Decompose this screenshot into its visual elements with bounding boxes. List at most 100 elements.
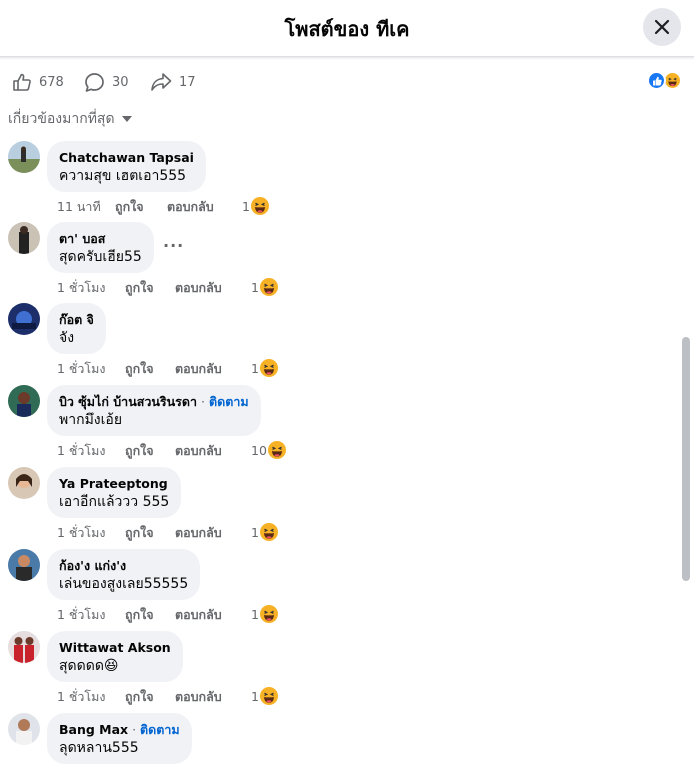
- reaction-count[interactable]: 1: [251, 687, 278, 705]
- reaction-count[interactable]: 1: [251, 278, 278, 296]
- comment-icon: [85, 72, 104, 92]
- comment-bubble: Chatchawan Tapsai ความสุข เฮตเอา555: [47, 141, 206, 192]
- close-icon: [654, 19, 670, 35]
- post-title: โพสต์ของ ทีเค: [284, 17, 410, 41]
- comments-stat[interactable]: 30: [84, 68, 129, 96]
- like-button[interactable]: ถูกใจ: [125, 687, 154, 707]
- like-button[interactable]: ถูกใจ: [125, 441, 154, 461]
- reply-button[interactable]: ตอบกลับ: [167, 197, 214, 217]
- comment-text: ความสุข เฮตเอา555: [59, 168, 187, 184]
- haha-icon: [250, 197, 269, 215]
- sort-label: เกี่ยวข้องมากที่สุด: [8, 111, 115, 127]
- comment-author[interactable]: บิว ซุ้มไก่ บ้านสวนรินรดา: [59, 394, 197, 409]
- comment-time[interactable]: 1 ชั่วโมง: [57, 278, 106, 298]
- shares-count: 17: [179, 74, 196, 90]
- shares-stat[interactable]: 17: [150, 68, 196, 96]
- comment-author[interactable]: Wittawat Akson: [59, 639, 171, 656]
- haha-icon: [259, 687, 278, 705]
- haha-icon: [267, 441, 286, 459]
- reaction-count-value: 10: [251, 442, 267, 458]
- reply-button[interactable]: ตอบกลับ: [175, 441, 222, 461]
- reaction-count-value: 1: [251, 606, 259, 622]
- avatar[interactable]: [8, 385, 40, 417]
- share-icon: [151, 73, 172, 91]
- laughing-emoji-icon: 😆: [103, 658, 119, 674]
- comment-bubble: ก๊อต จิ จัง: [47, 303, 106, 354]
- haha-icon: [259, 605, 278, 623]
- scrollbar-thumb[interactable]: [682, 337, 690, 581]
- comment-time[interactable]: 1 ชั่วโมง: [57, 523, 106, 543]
- follow-button[interactable]: ติดตาม: [140, 722, 180, 737]
- reply-button[interactable]: ตอบกลับ: [175, 359, 222, 379]
- comment-time[interactable]: 11 นาที: [57, 197, 101, 217]
- like-button[interactable]: ถูกใจ: [125, 523, 154, 543]
- comment-author[interactable]: ก๊อต จิ: [59, 311, 94, 328]
- comment-text: เอาอีกแล้ววว 555: [59, 494, 170, 510]
- close-button[interactable]: [643, 8, 681, 46]
- header-divider: [0, 57, 694, 60]
- reaction-count-value: 1: [251, 360, 259, 376]
- comment-sort-dropdown[interactable]: เกี่ยวข้องมากที่สุด: [8, 108, 132, 130]
- avatar[interactable]: [8, 549, 40, 581]
- like-outline-icon: [13, 73, 31, 91]
- comment-bubble: ก้อง'ง แก่ง'ง เล่นของสูงเลย55555: [47, 549, 201, 600]
- reaction-count-value: 1: [251, 524, 259, 540]
- likes-stat[interactable]: 678: [12, 68, 64, 96]
- comment-author-line: Bang Max · ติดตาม: [59, 722, 180, 737]
- comment-author[interactable]: Ya Prateeptong: [59, 475, 169, 492]
- reaction-count[interactable]: 10: [251, 441, 286, 459]
- comment-time[interactable]: 1 ชั่วโมง: [57, 359, 106, 379]
- reply-button[interactable]: ตอบกลับ: [175, 605, 222, 625]
- comment-text: สุดครับเฮีย55: [59, 249, 142, 265]
- comment-bubble: บิว ซุ้มไก่ บ้านสวนรินรดา · ติดตาม พากมึ…: [47, 385, 261, 436]
- haha-icon: [259, 359, 278, 377]
- likes-count: 678: [39, 74, 64, 90]
- comment-author-line: บิว ซุ้มไก่ บ้านสวนรินรดา · ติดตาม: [59, 394, 249, 409]
- like-button[interactable]: ถูกใจ: [125, 359, 154, 379]
- reaction-count-value: 1: [242, 198, 250, 214]
- like-button[interactable]: ถูกใจ: [125, 605, 154, 625]
- comment-author[interactable]: Chatchawan Tapsai: [59, 149, 194, 166]
- comment-bubble: ตา' บอส สุดครับเฮีย55: [47, 222, 154, 273]
- reply-button[interactable]: ตอบกลับ: [175, 523, 222, 543]
- comment-author[interactable]: Bang Max: [59, 722, 128, 737]
- comment-text-line: จัง: [59, 330, 75, 346]
- comment-author[interactable]: ก้อง'ง แก่ง'ง: [59, 557, 188, 574]
- reaction-count-value: 1: [251, 279, 259, 295]
- reaction-count-value: 1: [251, 688, 259, 704]
- avatar[interactable]: [8, 631, 40, 663]
- avatar[interactable]: [8, 467, 40, 499]
- haha-icon: [259, 523, 278, 541]
- like-button[interactable]: ถูกใจ: [125, 278, 154, 298]
- reply-button[interactable]: ตอบกลับ: [175, 687, 222, 707]
- reaction-summary[interactable]: [647, 71, 682, 90]
- avatar[interactable]: [8, 222, 40, 254]
- comments-count: 30: [112, 74, 129, 90]
- follow-button[interactable]: ติดตาม: [209, 394, 249, 409]
- comment-text: พากมึงเอ้ย: [59, 412, 123, 428]
- avatar[interactable]: [8, 141, 40, 173]
- more-options-button[interactable]: ···: [163, 236, 184, 255]
- reaction-count[interactable]: 1: [242, 197, 269, 215]
- comment-author[interactable]: ตา' บอส: [59, 230, 142, 247]
- haha-icon: [259, 278, 278, 296]
- comment-text: เล่นของสูงเลย55555: [59, 576, 189, 592]
- comment-time[interactable]: 1 ชั่วโมง: [57, 441, 106, 461]
- post-stats: 678 30 17: [0, 68, 694, 96]
- comment-text: สุดดดด: [59, 658, 104, 674]
- reaction-count[interactable]: 1: [251, 359, 278, 377]
- like-button[interactable]: ถูกใจ: [115, 197, 144, 217]
- comment-time[interactable]: 1 ชั่วโมง: [57, 687, 106, 707]
- reaction-count[interactable]: 1: [251, 523, 278, 541]
- reply-button[interactable]: ตอบกลับ: [175, 278, 222, 298]
- comment-text-line: สุดดดด😆: [59, 657, 171, 676]
- comment-text: ลุดหลาน555: [59, 740, 139, 756]
- avatar[interactable]: [8, 303, 40, 335]
- avatar[interactable]: [8, 713, 40, 745]
- comment-bubble: Bang Max · ติดตาม ลุดหลาน555: [47, 713, 192, 764]
- comment-bubble: Wittawat Akson สุดดดด😆: [47, 631, 183, 682]
- reaction-count[interactable]: 1: [251, 605, 278, 623]
- comment-time[interactable]: 1 ชั่วโมง: [57, 605, 106, 625]
- post-header: โพสต์ของ ทีเค: [0, 0, 694, 57]
- like-icon: [647, 71, 666, 90]
